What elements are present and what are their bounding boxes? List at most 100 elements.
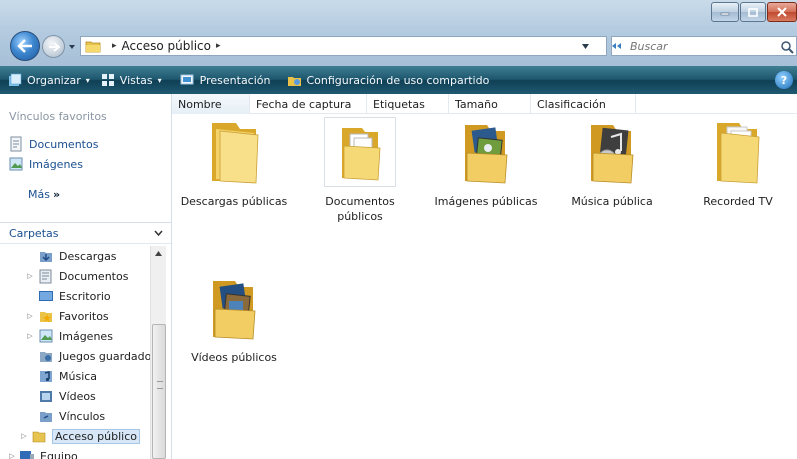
breadcrumb-separator-icon[interactable]: ▸ xyxy=(112,41,117,51)
file-item-recorded-tv[interactable]: Recorded TV xyxy=(683,118,793,209)
pictures-icon xyxy=(39,329,53,343)
tree-item-vinculos[interactable]: Vínculos xyxy=(0,406,150,426)
tree-item-musica[interactable]: Música xyxy=(0,366,150,386)
expand-icon[interactable]: ▷ xyxy=(8,452,16,459)
tree-item-label: Imágenes xyxy=(59,329,113,343)
forward-button[interactable] xyxy=(42,35,65,58)
navigation-scrollbar[interactable] xyxy=(150,246,166,459)
help-icon[interactable]: ? xyxy=(775,71,793,89)
folder-tree: Descargas ▷ Documentos Escritorio ▷ Favo… xyxy=(0,246,150,459)
favorite-link-label: Documentos xyxy=(29,137,99,151)
favorite-links-header: Vínculos favoritos xyxy=(9,110,107,123)
refresh-icon[interactable] xyxy=(610,40,624,52)
file-item-musica-publica[interactable]: Música pública xyxy=(557,118,667,209)
tree-item-acceso-publico[interactable]: ▷ Acceso público xyxy=(0,426,150,446)
search-icon[interactable] xyxy=(780,40,794,54)
folder-thumbnail xyxy=(199,274,269,342)
forward-arrow-icon xyxy=(48,41,60,52)
folder-icon xyxy=(85,41,101,53)
folder-thumbnail xyxy=(324,117,396,187)
column-header-size[interactable]: Tamaño xyxy=(449,94,531,114)
file-item-videos-publicos[interactable]: Vídeos públicos xyxy=(179,274,289,365)
saved-games-icon xyxy=(40,352,52,362)
documents-icon xyxy=(10,136,22,152)
folders-header-label: Carpetas xyxy=(9,226,59,240)
recent-pages-chevron-icon[interactable] xyxy=(68,43,76,51)
expand-icon[interactable]: ▷ xyxy=(26,272,34,280)
column-header-date-taken[interactable]: Fecha de captura xyxy=(250,94,367,114)
scrollbar-thumb[interactable] xyxy=(152,324,166,459)
tree-item-label: Equipo xyxy=(40,449,78,459)
slideshow-button[interactable]: Presentación xyxy=(174,68,277,92)
folder-thumbnail xyxy=(451,118,521,186)
file-item-label: Imágenes públicas xyxy=(434,195,538,208)
sharing-settings-button[interactable]: Configuración de uso compartido xyxy=(281,68,496,92)
title-bar: ▸ Acceso público ▸ xyxy=(0,0,797,66)
file-item-documentos-publicos[interactable]: Documentos públicos xyxy=(305,117,415,224)
tree-item-escritorio[interactable]: Escritorio xyxy=(0,286,150,306)
breadcrumb-separator-icon[interactable]: ▸ xyxy=(216,41,221,51)
folder-icon xyxy=(32,431,46,443)
more-links[interactable]: Más» xyxy=(28,188,60,201)
file-item-descargas-publicas[interactable]: Descargas públicas xyxy=(179,118,289,209)
tree-item-imagenes[interactable]: ▷ Imágenes xyxy=(0,326,150,346)
favorite-links-list: Documentos Imágenes xyxy=(8,134,98,174)
favorite-link-label: Imágenes xyxy=(29,157,83,171)
address-dropdown-icon[interactable] xyxy=(582,44,589,49)
tree-item-label: Vínculos xyxy=(59,409,106,423)
tree-item-label: Documentos xyxy=(59,269,129,283)
views-label: Vistas xyxy=(119,73,153,87)
file-item-label: Vídeos públicos xyxy=(191,351,277,364)
back-button[interactable] xyxy=(10,31,40,61)
back-arrow-icon xyxy=(17,39,32,53)
expand-icon[interactable]: ▷ xyxy=(20,432,28,440)
favorites-icon xyxy=(40,312,52,322)
scroll-up-icon[interactable] xyxy=(151,246,166,260)
links-icon xyxy=(40,412,52,422)
sharing-label: Configuración de uso compartido xyxy=(306,73,490,87)
tree-item-equipo[interactable]: ▷ Equipo xyxy=(0,446,150,459)
documents-icon xyxy=(39,269,52,284)
tree-item-label: Favoritos xyxy=(59,309,109,323)
search-box[interactable] xyxy=(611,36,797,56)
column-headers: Nombre Fecha de captura Etiquetas Tamaño… xyxy=(172,94,797,114)
close-button[interactable] xyxy=(767,2,797,22)
search-input[interactable] xyxy=(630,37,780,55)
close-icon xyxy=(777,7,787,17)
slideshow-label: Presentación xyxy=(199,73,271,87)
tree-item-videos[interactable]: Vídeos xyxy=(0,386,150,406)
file-item-imagenes-publicas[interactable]: Imágenes públicas xyxy=(431,118,541,209)
column-header-rating[interactable]: Clasificación xyxy=(531,94,636,114)
views-button[interactable]: Vistas ▾ xyxy=(96,68,168,92)
folders-header[interactable]: Carpetas xyxy=(0,222,171,244)
expand-icon[interactable]: ▷ xyxy=(26,312,34,320)
expand-icon[interactable]: ▷ xyxy=(26,332,34,340)
maximize-button[interactable] xyxy=(740,2,766,22)
organize-icon xyxy=(9,73,22,86)
more-links-label: Más xyxy=(28,188,50,201)
double-chevron-icon: » xyxy=(52,188,61,201)
command-bar: Organizar ▾ Vistas ▾ Presentación Configur… xyxy=(0,66,797,94)
tree-item-favoritos[interactable]: ▷ Favoritos xyxy=(0,306,150,326)
favorite-link-documentos[interactable]: Documentos xyxy=(8,134,98,154)
breadcrumb-acceso-publico[interactable]: Acceso público xyxy=(122,39,211,53)
tree-item-documentos[interactable]: ▷ Documentos xyxy=(0,266,150,286)
address-bar[interactable]: ▸ Acceso público ▸ xyxy=(80,36,607,56)
chevron-down-icon: ▾ xyxy=(157,75,162,85)
desktop-icon xyxy=(39,291,53,301)
tree-item-juegos-guardados[interactable]: Juegos guardado xyxy=(0,346,150,366)
minimize-button[interactable] xyxy=(711,2,739,22)
music-icon xyxy=(40,371,52,382)
maximize-icon xyxy=(748,7,758,17)
favorite-link-imagenes[interactable]: Imágenes xyxy=(8,154,98,174)
pictures-icon xyxy=(9,157,23,171)
column-header-tags[interactable]: Etiquetas xyxy=(367,94,449,114)
window-controls xyxy=(710,2,797,22)
file-list: Descargas públicas Documentos públicos I… xyxy=(172,114,797,459)
tree-item-descargas[interactable]: Descargas xyxy=(0,246,150,266)
chevron-down-icon: ▾ xyxy=(85,75,90,85)
organize-button[interactable]: Organizar ▾ xyxy=(0,68,96,92)
column-header-name[interactable]: Nombre xyxy=(172,94,250,114)
videos-icon xyxy=(40,391,52,402)
folder-thumbnail xyxy=(577,118,647,186)
